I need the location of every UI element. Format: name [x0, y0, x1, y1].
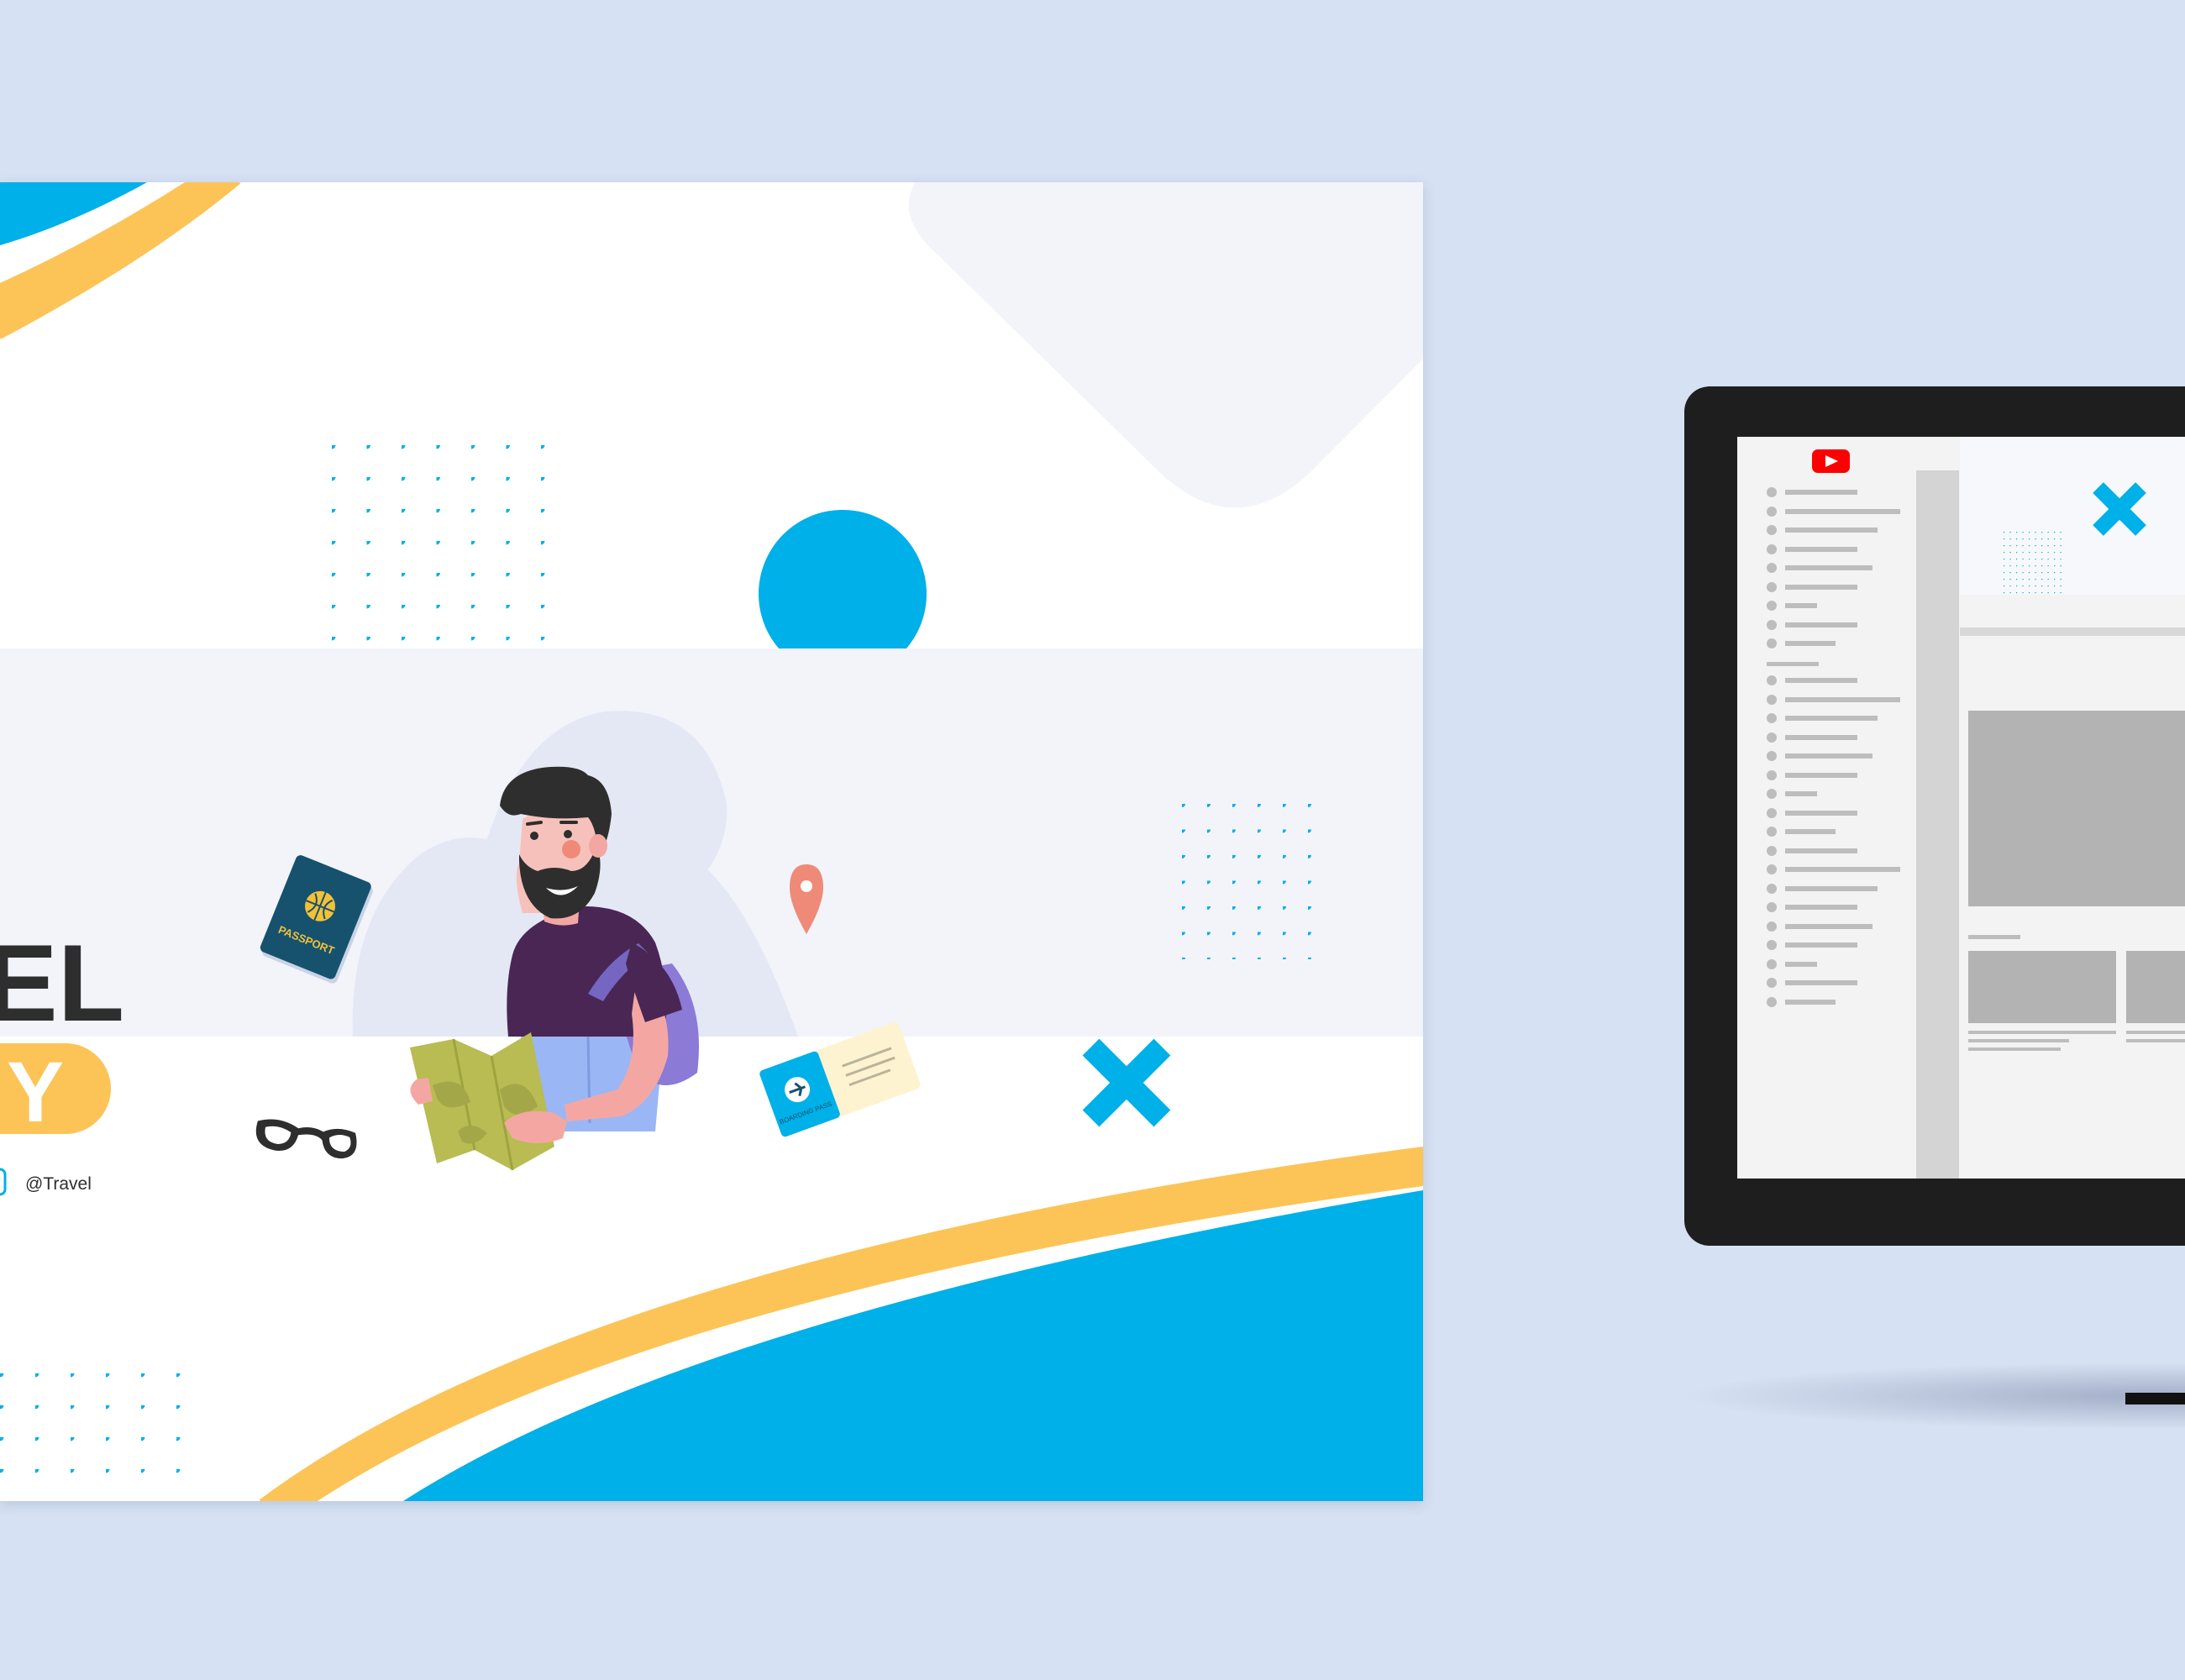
- video-thumbnail[interactable]: [1968, 951, 2116, 1023]
- monitor-stand: [2125, 1393, 2185, 1404]
- dot-grid-top: [328, 441, 554, 676]
- monitor-shadow: [1684, 1362, 2185, 1430]
- banner-title: EL: [0, 921, 124, 1044]
- video-thumbnail[interactable]: [2126, 951, 2185, 1023]
- svg-text:,: ,: [0, 871, 2, 906]
- monitor-mockup: [1684, 386, 2185, 1430]
- social-handle: @Travel: [25, 1174, 92, 1194]
- youtube-logo-icon[interactable]: [1812, 449, 1850, 473]
- banner-preview: [1960, 437, 2185, 595]
- dot-grid-bottom: [0, 1369, 181, 1501]
- channel-banner: EL , Y @Travel PASSPORT BOARDING PASS: [0, 182, 1423, 1501]
- sidebar-scrollbar[interactable]: [1916, 470, 1959, 1179]
- badge-text: Y: [7, 1044, 64, 1140]
- featured-video[interactable]: [1968, 711, 2185, 906]
